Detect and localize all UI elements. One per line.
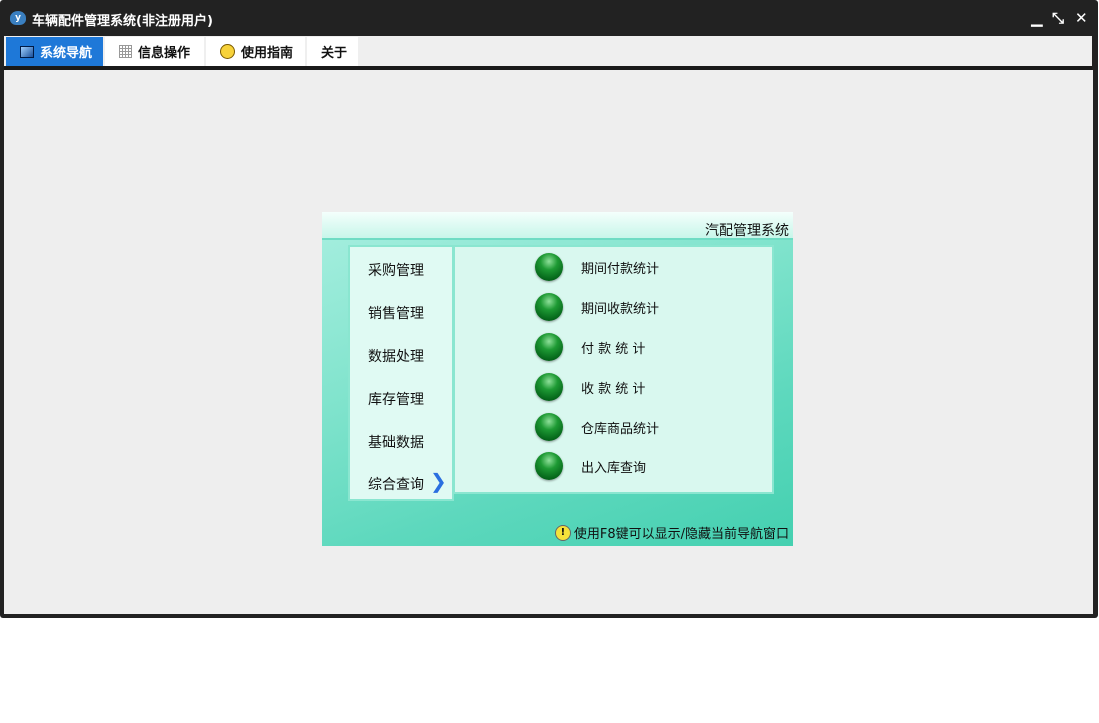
monitor-icon xyxy=(20,45,34,58)
hint-label: 使用F8键可以显示/隐藏当前导航窗口 xyxy=(573,527,789,542)
tab-label: 关于 xyxy=(321,46,348,61)
panel-title: 汽配管理系统 xyxy=(705,223,789,239)
help-icon xyxy=(220,44,235,59)
selected-arrow-icon: ❯ xyxy=(430,469,447,493)
green-ball-icon xyxy=(535,333,563,361)
green-ball-icon xyxy=(535,373,563,401)
title-bar: y 车辆配件管理系统(非注册用户) ▁ ⤡ ✕ xyxy=(0,0,1098,36)
minimize-button[interactable]: ▁ xyxy=(1031,9,1043,27)
tab-user-guide[interactable]: 使用指南 xyxy=(206,37,305,66)
submenu-item[interactable]: 仓库商品统计 xyxy=(535,413,659,441)
menu-item-sales[interactable]: 销售管理 xyxy=(368,303,424,323)
menu-item-query[interactable]: 综合查询 xyxy=(368,474,424,494)
menu-item-inventory[interactable]: 库存管理 xyxy=(368,389,424,409)
grid-icon xyxy=(119,45,132,58)
menu-item-basic-data[interactable]: 基础数据 xyxy=(368,432,424,452)
green-ball-icon xyxy=(535,413,563,441)
menu-item-purchase[interactable]: 采购管理 xyxy=(368,260,424,280)
submenu-item[interactable]: 期间收款统计 xyxy=(535,293,659,321)
menu-item-data-processing[interactable]: 数据处理 xyxy=(368,346,424,366)
tab-about[interactable]: 关于 xyxy=(307,37,358,66)
app-logo-icon: y xyxy=(10,11,26,25)
module-menu: 采购管理 销售管理 数据处理 库存管理 基础数据 综合查询 ❯ xyxy=(348,245,454,501)
submenu-item[interactable]: 期间付款统计 xyxy=(535,253,659,281)
green-ball-icon xyxy=(535,253,563,281)
tab-info-operation[interactable]: 信息操作 xyxy=(105,37,204,66)
restore-button[interactable]: ⤡ xyxy=(1052,9,1064,27)
window-title: 车辆配件管理系统(非注册用户) xyxy=(32,14,213,29)
submenu-item[interactable]: 付 款 统 计 xyxy=(535,333,645,361)
close-button[interactable]: ✕ xyxy=(1075,9,1088,27)
submenu-item[interactable]: 出入库查询 xyxy=(535,452,646,480)
tab-label: 系统导航 xyxy=(40,46,93,61)
tab-label: 信息操作 xyxy=(138,46,191,61)
tab-label: 使用指南 xyxy=(241,46,294,61)
lightbulb-icon: ! xyxy=(554,524,571,541)
green-ball-icon xyxy=(535,452,563,480)
navigation-panel: 汽配管理系统 采购管理 销售管理 数据处理 库存管理 基础数据 综合查询 ❯ 期… xyxy=(322,212,793,546)
tab-system-navigation[interactable]: 系统导航 xyxy=(6,37,103,66)
tab-bar: 系统导航 信息操作 使用指南 关于 xyxy=(4,36,1092,66)
green-ball-icon xyxy=(535,293,563,321)
submenu-area: 期间付款统计 期间收款统计 付 款 统 计 收 款 统 计 仓库商品统计 出入库… xyxy=(453,245,774,494)
hint-text: ! 使用F8键可以显示/隐藏当前导航窗口 xyxy=(554,523,789,542)
panel-header: 汽配管理系统 xyxy=(322,212,793,240)
submenu-item[interactable]: 收 款 统 计 xyxy=(535,373,645,401)
